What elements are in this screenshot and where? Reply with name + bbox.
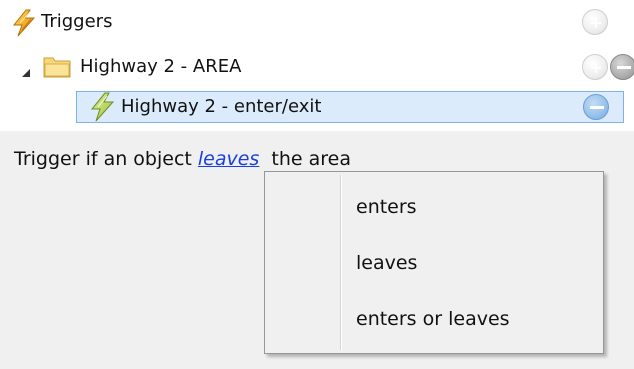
verb-selector-link[interactable]: leaves (198, 148, 259, 170)
remove-area-button[interactable] (610, 54, 634, 80)
verb-dropdown-menu: enters leaves enters or leaves (264, 171, 604, 354)
menu-item-enters[interactable]: enters (268, 182, 600, 234)
lightning-bolt-icon (87, 92, 117, 122)
tree-item-area[interactable]: Highway 2 - AREA (0, 51, 634, 83)
sentence-prefix: Trigger if an object (14, 148, 198, 170)
trigger-editor-window: Triggers Highway 2 - AREA Highway 2 - en… (0, 0, 634, 369)
remove-trigger-button[interactable] (583, 94, 609, 120)
lightning-bolt-icon (10, 9, 38, 37)
add-trigger-group-button[interactable] (582, 9, 608, 35)
trigger-tree: Triggers Highway 2 - AREA Highway 2 - en… (0, 0, 634, 131)
menu-item-label: leaves (356, 252, 418, 274)
sentence-suffix: the area (259, 148, 352, 170)
tree-item-triggers[interactable]: Triggers (0, 6, 634, 38)
tree-item-label: Highway 2 - AREA (80, 56, 242, 77)
tree-item-label: Triggers (41, 11, 113, 32)
trigger-condition-sentence: Trigger if an object leaves the area (14, 145, 351, 173)
add-trigger-button[interactable] (582, 54, 608, 80)
menu-item-leaves[interactable]: leaves (268, 238, 600, 290)
tree-item-trigger[interactable]: Highway 2 - enter/exit (0, 91, 634, 123)
tree-item-label: Highway 2 - enter/exit (121, 96, 322, 117)
collapse-arrow-icon[interactable] (21, 63, 31, 77)
menu-item-enters-or-leaves[interactable]: enters or leaves (268, 294, 600, 346)
menu-item-label: enters or leaves (356, 308, 510, 330)
folder-icon (43, 55, 71, 79)
menu-item-label: enters (356, 196, 417, 218)
